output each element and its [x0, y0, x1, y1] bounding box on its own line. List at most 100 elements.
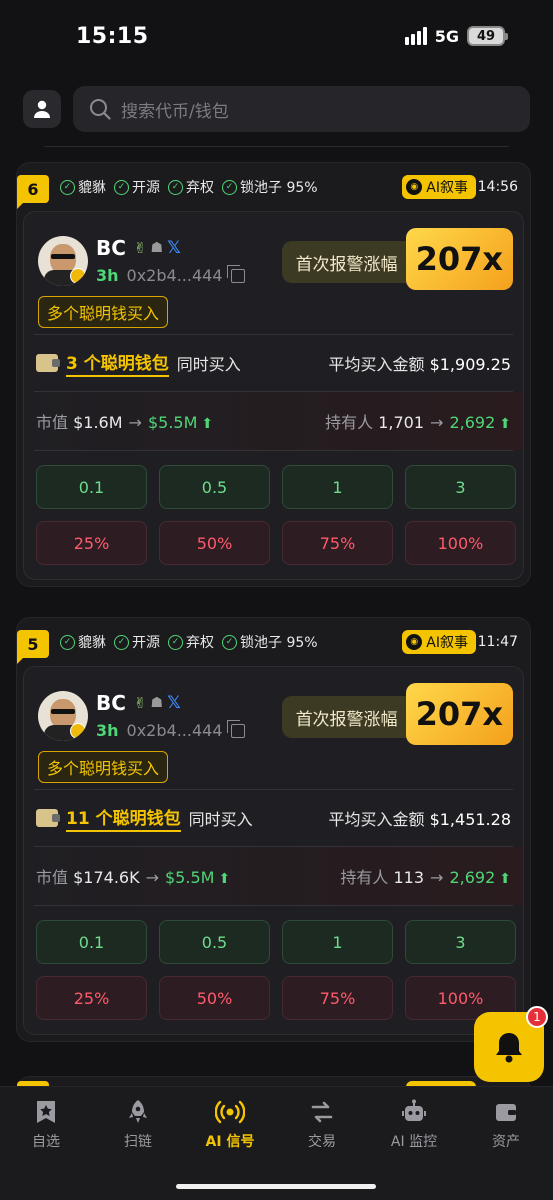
sell-button[interactable]: 75%: [282, 521, 393, 565]
tag-label: 开源: [132, 180, 160, 196]
profile-button[interactable]: [23, 90, 61, 128]
tag-item: ✓ 貔貅: [60, 177, 106, 197]
search-placeholder: 搜索代币/钱包: [121, 101, 229, 122]
buy-button[interactable]: 3: [405, 920, 516, 964]
tab-ai-signal[interactable]: AI 信号: [184, 1099, 276, 1151]
status-bar: 15:15 5G 49: [0, 0, 553, 72]
hand-icon: ✌: [133, 694, 147, 712]
token-name: BC: [96, 236, 126, 260]
tab-label: AI 信号: [205, 1134, 255, 1150]
sell-button[interactable]: 25%: [36, 976, 147, 1020]
bottom-tab-bar: 自选 扫链 AI 信号 交易 AI 监控 资产: [0, 1086, 553, 1200]
market-cap-label: 市值: [36, 868, 69, 887]
notifications-button[interactable]: 1: [474, 1006, 548, 1082]
smart-wallet-count[interactable]: 3 个聪明钱包: [66, 349, 169, 377]
buy-button[interactable]: 0.1: [36, 920, 147, 964]
sell-button[interactable]: 25%: [36, 521, 147, 565]
tag-label: 弃权: [186, 635, 214, 651]
tag-item: ✓ 锁池子 95%: [222, 177, 318, 197]
market-cap-to: $5.5M: [147, 413, 198, 432]
market-cap-from: $1.6M: [73, 413, 123, 432]
tab-label: 扫链: [124, 1134, 152, 1150]
buy-button[interactable]: 1: [282, 920, 393, 964]
avg-buy: 平均买入金额 $1,909.25: [328, 351, 511, 375]
signal-card[interactable]: 6 ✓ 貔貅 ✓ 开源 ✓ 弃权 ✓ 锁池子 95% ◉ AI叙事 14:56 BC ✌ …: [16, 162, 531, 587]
holders-to: 2,692: [449, 413, 496, 432]
x-twitter-icon[interactable]: 𝕏: [167, 693, 181, 713]
buy-button[interactable]: 0.5: [159, 465, 270, 509]
arrow-up-icon: ⬆: [201, 416, 214, 432]
tag-item: ✓ 貔貅: [60, 632, 106, 652]
quick-trade-buttons: 0.1 0.5 1 3 25% 50% 75% 100%: [36, 920, 516, 1020]
tag-label: 貔貅: [78, 635, 106, 651]
sell-button[interactable]: 50%: [159, 521, 270, 565]
divider: [34, 450, 513, 451]
buy-button[interactable]: 1: [282, 465, 393, 509]
token-address-row: 3h 0x2b4...444: [96, 264, 245, 285]
divider: [34, 905, 513, 906]
alert-gain: 首次报警涨幅 207x: [281, 228, 513, 290]
security-tags: ✓ 貔貅 ✓ 开源 ✓ 弃权 ✓ 锁池子 95%: [60, 177, 318, 197]
check-circle-icon: ✓: [222, 634, 237, 650]
tab-ai-monitor[interactable]: AI 监控: [368, 1099, 460, 1151]
tag-label: 锁池子 95%: [240, 635, 318, 651]
token-age: 3h: [96, 266, 119, 285]
ai-narrative-badge[interactable]: ◉ AI叙事: [402, 630, 476, 654]
copy-icon[interactable]: [226, 264, 245, 283]
card-body: BC ✌ ☗ 𝕏 3h 0x2b4...444 多个聪明钱买入 首次报警涨幅 2…: [23, 666, 524, 1035]
ai-signal-icon: ◉: [406, 634, 423, 650]
token-address: 0x2b4...444: [126, 721, 223, 740]
avg-buy-label: 平均买入金额: [328, 355, 425, 374]
tab-assets[interactable]: 资产: [460, 1099, 552, 1151]
smart-wallet-count[interactable]: 11 个聪明钱包: [66, 804, 181, 832]
token-avatar[interactable]: [38, 691, 88, 741]
copy-icon[interactable]: [226, 719, 245, 738]
ai-narrative-badge[interactable]: ◉ AI叙事: [402, 175, 476, 199]
buy-button[interactable]: 0.1: [36, 465, 147, 509]
buy-button[interactable]: 3: [405, 465, 516, 509]
token-address-row: 3h 0x2b4...444: [96, 719, 245, 740]
buy-button[interactable]: 0.5: [159, 920, 270, 964]
sell-button[interactable]: 100%: [405, 521, 516, 565]
signal-broadcast-icon: [215, 1099, 245, 1125]
sell-button[interactable]: 50%: [159, 976, 270, 1020]
rank-badge: 5: [17, 630, 49, 664]
status-indicators: 5G 49: [404, 26, 508, 46]
chain-icon: [70, 268, 86, 284]
divider: [44, 146, 509, 147]
tag-label: 锁池子 95%: [240, 180, 318, 196]
market-cap-row: 市值 $174.6K → $5.5M ⬆ 持有人 113 → 2,692 ⬆: [24, 847, 523, 905]
check-circle-icon: ✓: [114, 179, 129, 195]
swap-arrows-icon: [310, 1099, 334, 1125]
star-bookmark-icon: [34, 1099, 58, 1125]
arrow-up-icon: ⬆: [499, 416, 511, 432]
tag-item: ✓ 弃权: [168, 177, 214, 197]
sell-button[interactable]: 75%: [282, 976, 393, 1020]
smart-wallet-row: 11 个聪明钱包 同时买入 平均买入金额 $1,451.28: [36, 790, 511, 846]
arrow-right-icon: →: [128, 413, 142, 432]
token-name: BC: [96, 691, 126, 715]
x-twitter-icon[interactable]: 𝕏: [167, 238, 181, 258]
tag-item: ✓ 开源: [114, 177, 160, 197]
avg-buy: 平均买入金额 $1,451.28: [328, 806, 511, 830]
arrow-right-icon: →: [430, 868, 444, 887]
search-input[interactable]: 搜索代币/钱包: [73, 86, 530, 132]
alert-gain-multiplier: 207x: [405, 683, 513, 745]
signal-card[interactable]: 5 ✓ 貔貅 ✓ 开源 ✓ 弃权 ✓ 锁池子 95% ◉ AI叙事 11:47 BC ✌ …: [16, 617, 531, 1042]
tab-watchlist[interactable]: 自选: [0, 1099, 92, 1151]
holders-label: 持有人: [325, 413, 374, 432]
hand-icon: ✌: [133, 239, 147, 257]
ai-signal-icon: ◉: [406, 179, 423, 195]
token-avatar[interactable]: [38, 236, 88, 286]
check-circle-icon: ✓: [114, 634, 129, 650]
alert-gain: 首次报警涨幅 207x: [281, 683, 513, 745]
tab-label: 资产: [492, 1134, 520, 1150]
smart-wallet-suffix: 同时买入: [176, 355, 241, 374]
tab-trade[interactable]: 交易: [276, 1099, 368, 1151]
tab-scan[interactable]: 扫链: [92, 1099, 184, 1151]
rank-badge: 6: [17, 175, 49, 209]
tag-item: ✓ 开源: [114, 632, 160, 652]
avg-buy-value: $1,909.25: [429, 355, 511, 374]
ghost-icon: ☗: [150, 695, 164, 711]
battery-level: 49: [476, 28, 496, 44]
